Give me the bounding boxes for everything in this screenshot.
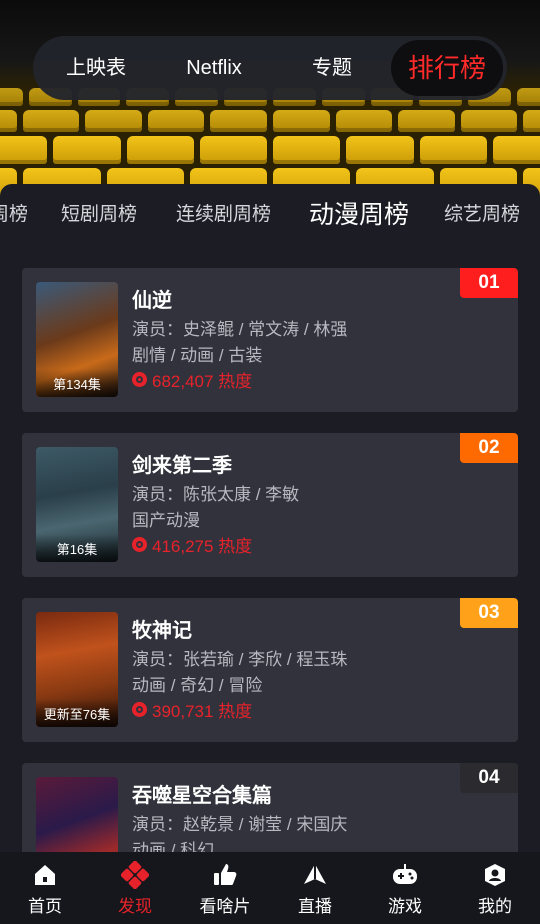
nav-live[interactable]: 直播 [270, 852, 360, 924]
tab-variety-weekly[interactable]: 综艺周榜 [444, 199, 520, 226]
heat-value: 390,731 热度 [152, 702, 253, 721]
tab-anime-weekly[interactable]: 动漫周榜 [309, 195, 409, 231]
tab-topics[interactable]: 专题 [273, 40, 391, 96]
heat-icon [132, 372, 147, 387]
item-title: 吞噬星空合集篇 [132, 785, 272, 807]
tab-schedule[interactable]: 上映表 [37, 40, 155, 96]
item-title: 仙逆 [132, 290, 172, 312]
episode-caption: 第134集 [36, 369, 118, 397]
header-background [0, 0, 540, 200]
heat-value: 416,275 热度 [152, 537, 253, 556]
nav-home[interactable]: 首页 [0, 852, 90, 924]
nav-games[interactable]: 游戏 [360, 852, 450, 924]
rank-badge: 02 [460, 433, 518, 463]
episode-caption: 第16集 [36, 534, 118, 562]
item-heat: 682,407 热度 [132, 367, 252, 392]
item-title: 牧神记 [132, 620, 192, 642]
item-cast: 演员：张若瑜 / 李欣 / 程玉珠 [132, 650, 348, 669]
item-heat: 390,731 热度 [132, 697, 252, 722]
poster-image: 第16集 [36, 447, 118, 562]
poster-image: 更新至76集 [36, 612, 118, 727]
item-genre: 动画 / 奇幻 / 冒险 [132, 676, 263, 695]
rank-badge: 01 [460, 268, 518, 298]
tab-weekly[interactable]: 周榜 [0, 199, 28, 226]
item-cast: 演员：赵乾景 / 谢莹 / 宋国庆 [132, 815, 348, 834]
nav-profile[interactable]: 我的 [450, 852, 540, 924]
bottom-nav: 首页 发现 看啥片 直播 游戏 我的 [0, 852, 540, 924]
top-tab-bar: 上映表 Netflix 专题 排行榜 [33, 36, 507, 100]
tab-short-drama-weekly[interactable]: 短剧周榜 [61, 199, 137, 226]
heat-icon [132, 537, 147, 552]
gamepad-icon [390, 860, 420, 890]
item-cast: 演员：陈张太康 / 李敏 [132, 485, 300, 504]
item-heat: 416,275 热度 [132, 532, 252, 557]
profile-icon [480, 860, 510, 890]
poster-image: 第134集 [36, 282, 118, 397]
rank-badge: 03 [460, 598, 518, 628]
tab-netflix[interactable]: Netflix [155, 40, 273, 96]
heat-value: 682,407 热度 [152, 372, 253, 391]
discover-icon [120, 860, 150, 890]
ranking-item[interactable]: 更新至76集 牧神记 演员：张若瑜 / 李欣 / 程玉珠 动画 / 奇幻 / 冒… [22, 598, 518, 742]
tab-ranking[interactable]: 排行榜 [391, 40, 503, 96]
episode-caption: 更新至76集 [36, 699, 118, 727]
ranking-item[interactable]: 第16集 剑来第二季 演员：陈张太康 / 李敏 国产动漫 416,275 热度 … [22, 433, 518, 577]
nav-watch[interactable]: 看啥片 [180, 852, 270, 924]
live-icon [300, 860, 330, 890]
ranking-category-tabs: 周榜 短剧周榜 连续剧周榜 动漫周榜 综艺周榜 [0, 184, 540, 240]
item-cast: 演员：史泽鲲 / 常文涛 / 林强 [132, 320, 348, 339]
rank-badge: 04 [460, 763, 518, 793]
item-genre: 国产动漫 [132, 511, 200, 530]
tab-series-weekly[interactable]: 连续剧周榜 [176, 199, 271, 226]
nav-discover[interactable]: 发现 [90, 852, 180, 924]
ranking-panel: 周榜 短剧周榜 连续剧周榜 动漫周榜 综艺周榜 第134集 仙逆 演员：史泽鲲 … [0, 184, 540, 924]
item-genre: 剧情 / 动画 / 古装 [132, 346, 263, 365]
home-icon [30, 860, 60, 890]
thumbs-up-icon [210, 860, 240, 890]
ranking-item[interactable]: 第134集 仙逆 演员：史泽鲲 / 常文涛 / 林强 剧情 / 动画 / 古装 … [22, 268, 518, 412]
heat-icon [132, 702, 147, 717]
item-title: 剑来第二季 [132, 455, 232, 477]
